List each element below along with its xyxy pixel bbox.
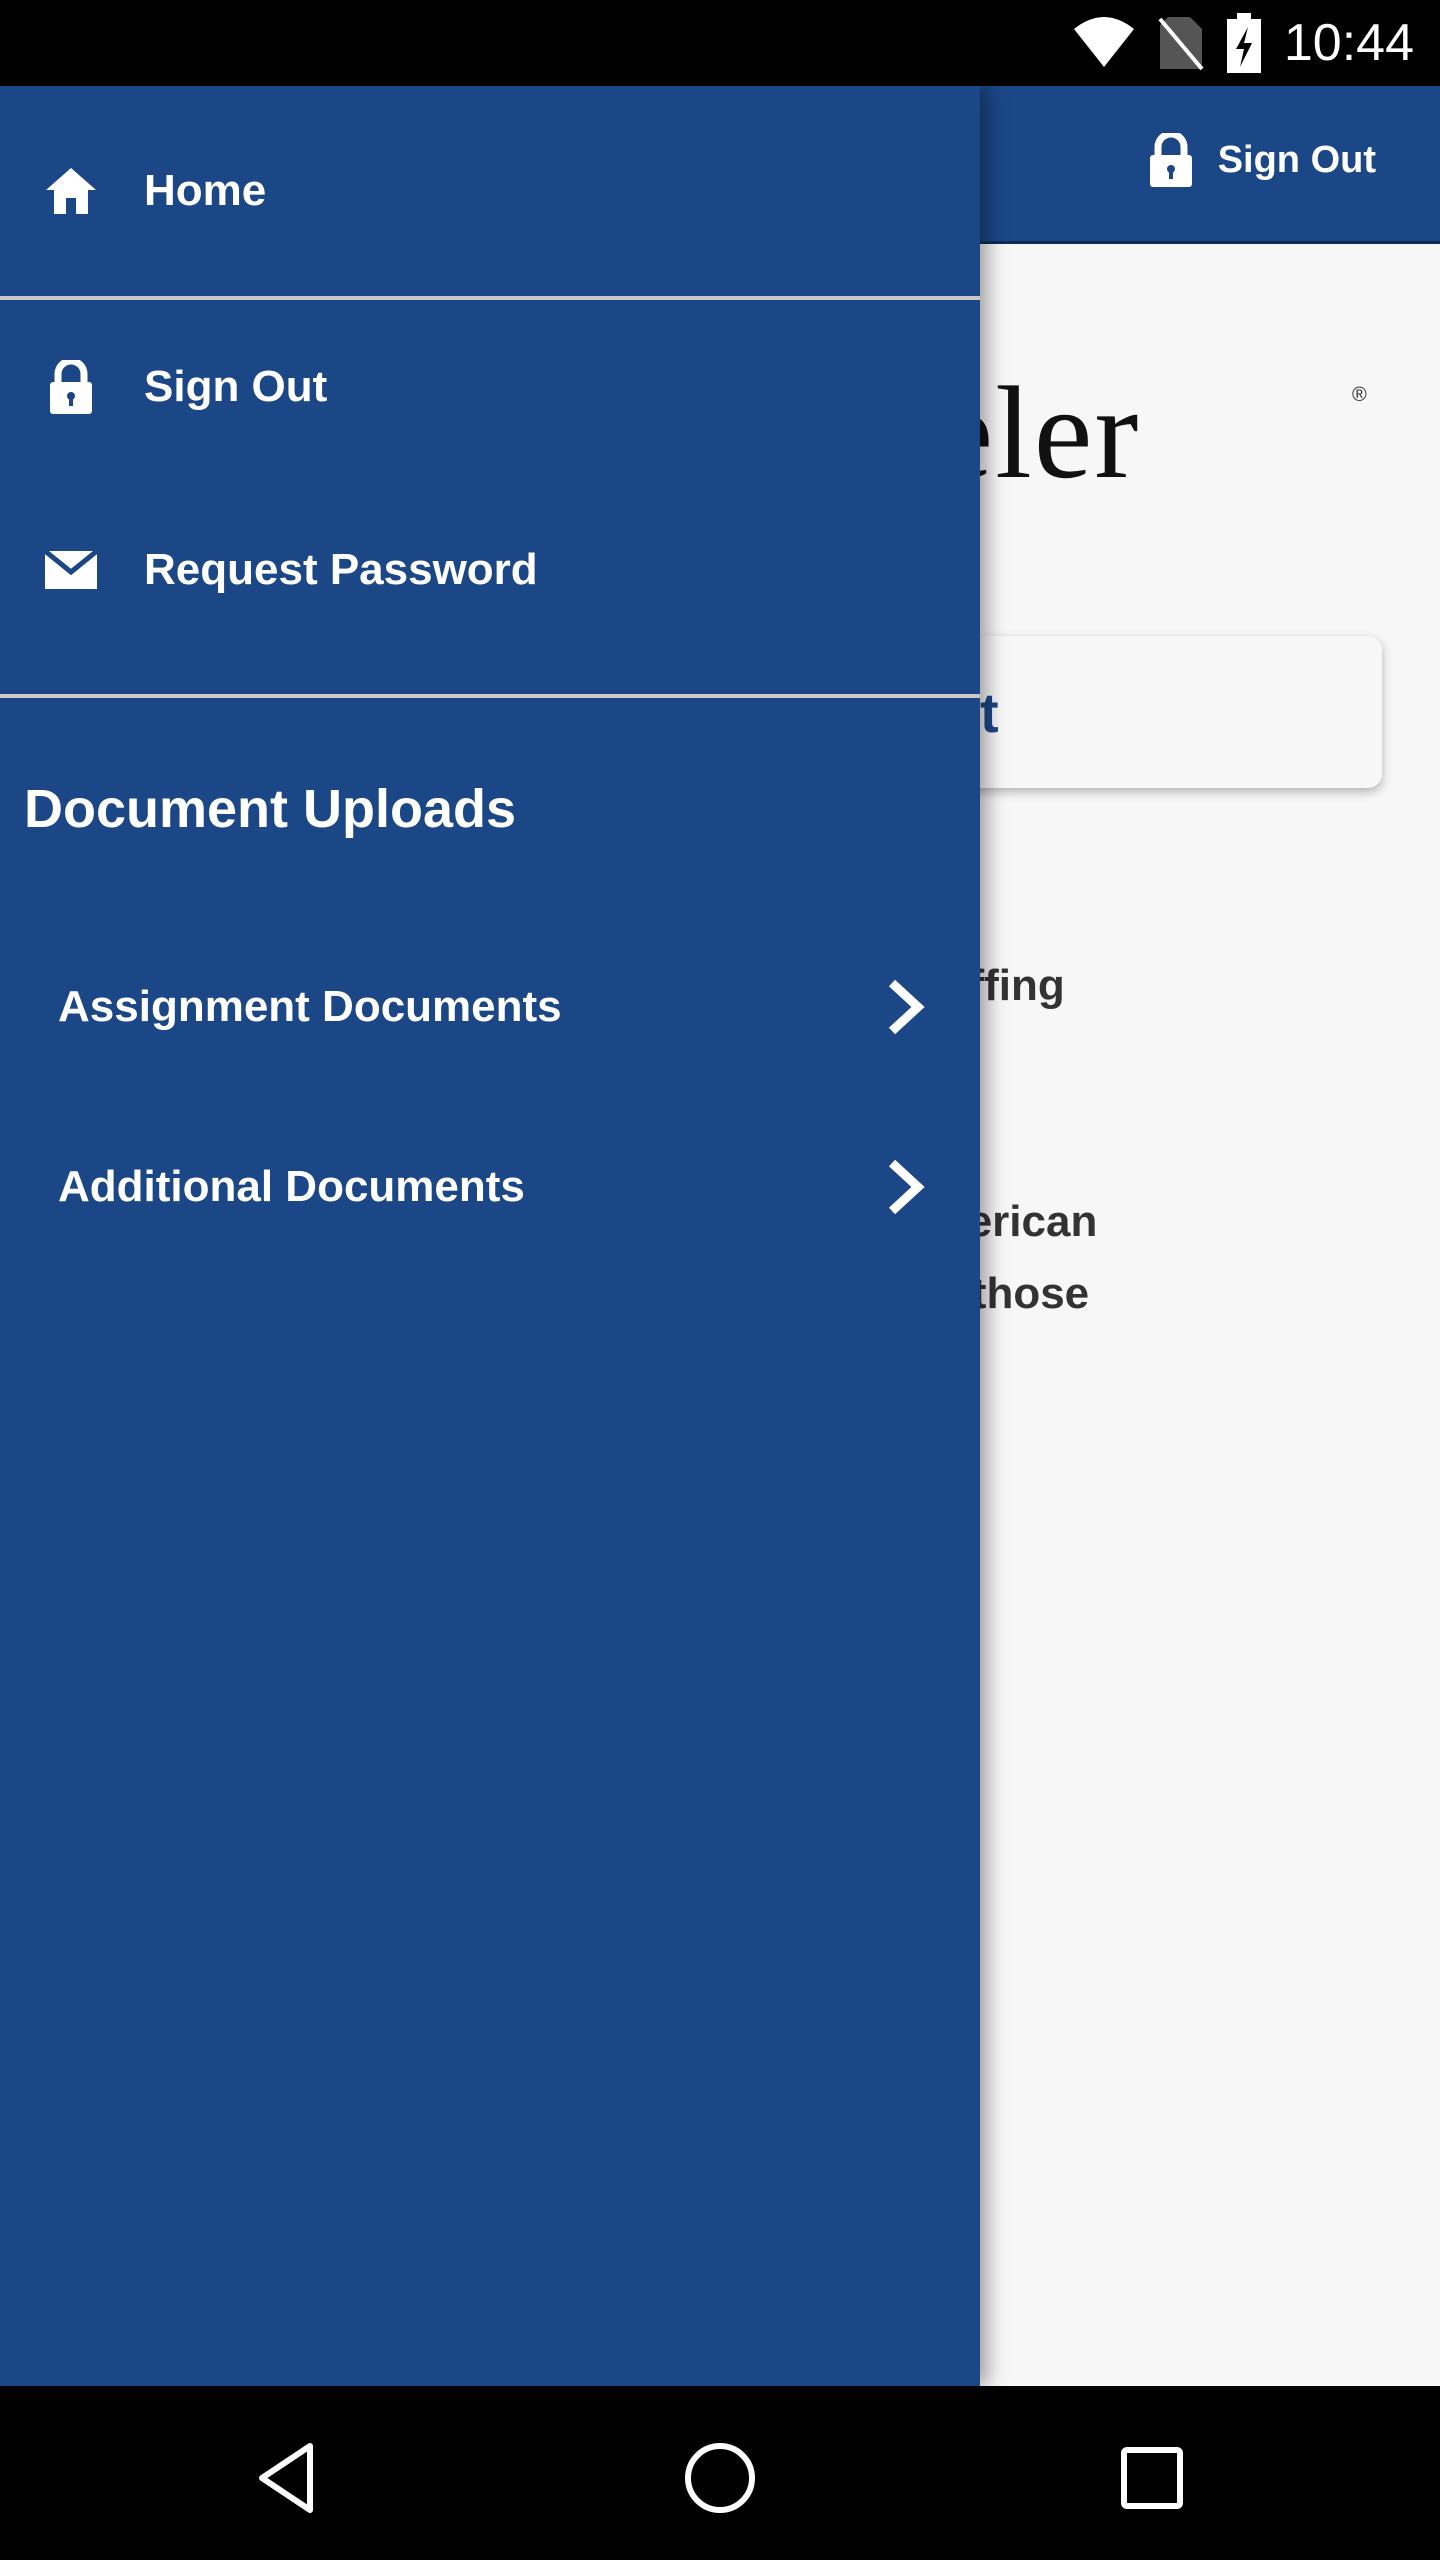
drawer-item-additional-documents-label: Additional Documents	[58, 1162, 525, 1211]
system-nav-bar	[0, 2386, 1440, 2560]
drawer-divider	[0, 694, 980, 698]
section-title-document-uploads: Document Uploads	[24, 779, 517, 839]
drawer-item-assignment-documents-label: Assignment Documents	[58, 982, 562, 1031]
registered-mark: ®	[1352, 384, 1367, 406]
envelope-icon	[42, 541, 100, 599]
header-sign-out-label: Sign Out	[1217, 138, 1376, 181]
battery-charging-icon	[1226, 13, 1261, 73]
lock-icon	[42, 358, 100, 416]
navigation-drawer: Home Sign Out Request Password Document …	[0, 86, 980, 2386]
header-sign-out-button[interactable]: Sign Out	[1148, 133, 1376, 187]
home-circle-icon[interactable]	[680, 2438, 760, 2518]
drawer-item-home[interactable]: Home	[0, 86, 980, 296]
status-bar: 10:44	[0, 0, 1440, 86]
chevron-right-icon	[888, 1159, 925, 1215]
drawer-item-additional-documents[interactable]: Additional Documents	[0, 1132, 980, 1242]
drawer-item-request-password[interactable]: Request Password	[0, 474, 980, 666]
back-icon[interactable]	[248, 2438, 328, 2518]
drawer-item-assignment-documents[interactable]: Assignment Documents	[0, 952, 980, 1062]
no-sim-icon	[1158, 17, 1204, 71]
main-card-button-label: t	[980, 680, 999, 744]
drawer-item-sign-out-label: Sign Out	[144, 362, 328, 411]
home-icon	[42, 162, 100, 220]
status-time: 10:44	[1283, 14, 1414, 72]
wifi-icon	[1073, 17, 1134, 67]
status-icons: 10:44	[1072, 0, 1414, 86]
recents-icon[interactable]	[1112, 2438, 1192, 2518]
drawer-item-sign-out[interactable]: Sign Out	[0, 300, 980, 474]
drawer-item-home-label: Home	[144, 166, 267, 215]
chevron-right-icon	[888, 979, 925, 1035]
drawer-item-request-password-label: Request Password	[144, 545, 538, 594]
lock-icon	[1149, 133, 1192, 187]
